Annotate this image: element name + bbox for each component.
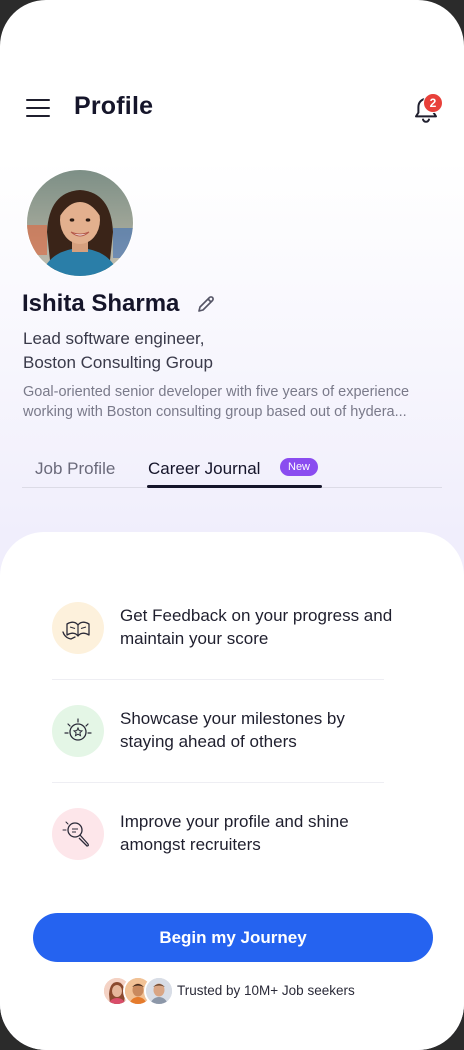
feature-line: Showcase your milestones by bbox=[120, 709, 345, 728]
tab-career-journal[interactable]: Career Journal bbox=[148, 459, 260, 479]
profile-magnifier-icon bbox=[52, 808, 104, 860]
feedback-book-icon bbox=[52, 602, 104, 654]
feature-line: staying ahead of others bbox=[120, 732, 297, 751]
feature-line: amongst recruiters bbox=[120, 835, 261, 854]
profile-bio: Goal-oriented senior developer with five… bbox=[23, 382, 448, 422]
edit-pencil-icon[interactable] bbox=[196, 294, 216, 314]
bio-line: Goal-oriented senior developer with five… bbox=[23, 384, 410, 400]
divider bbox=[52, 782, 384, 783]
role-title: Lead software engineer, bbox=[23, 329, 205, 348]
trusted-row: Trusted by 10M+ Job seekers bbox=[102, 976, 382, 1006]
milestone-badge-icon bbox=[52, 705, 104, 757]
tab-job-profile[interactable]: Job Profile bbox=[35, 459, 115, 479]
feature-line: Improve your profile and shine bbox=[120, 812, 349, 831]
profile-avatar[interactable] bbox=[26, 169, 134, 277]
profile-tabs: Job Profile Career Journal New bbox=[22, 455, 442, 488]
app-header: Profile 2 bbox=[0, 82, 464, 134]
begin-journey-button[interactable]: Begin my Journey bbox=[33, 913, 433, 962]
page-title: Profile bbox=[74, 92, 154, 120]
role-company: Boston Consulting Group bbox=[23, 353, 213, 372]
divider bbox=[52, 679, 384, 680]
menu-icon[interactable] bbox=[26, 98, 50, 118]
notification-count-badge: 2 bbox=[423, 93, 443, 113]
trusted-text: Trusted by 10M+ Job seekers bbox=[177, 983, 355, 998]
feature-text: Get Feedback on your progress and mainta… bbox=[120, 604, 420, 650]
feature-text: Improve your profile and shine amongst r… bbox=[120, 810, 420, 856]
profile-name: Ishita Sharma bbox=[22, 290, 180, 317]
new-badge: New bbox=[280, 458, 319, 476]
feature-line: maintain your score bbox=[120, 629, 269, 648]
avatar bbox=[144, 976, 174, 1006]
profile-role: Lead software engineer, Boston Consultin… bbox=[23, 327, 443, 375]
phone-screen: Profile 2 Ishita Sharma Lead software en… bbox=[0, 0, 464, 1050]
feature-text: Showcase your milestones by staying ahea… bbox=[120, 707, 420, 753]
bio-line: working with Boston consulting group bas… bbox=[23, 404, 407, 420]
active-tab-indicator bbox=[147, 485, 322, 488]
feature-line: Get Feedback on your progress and bbox=[120, 606, 393, 625]
